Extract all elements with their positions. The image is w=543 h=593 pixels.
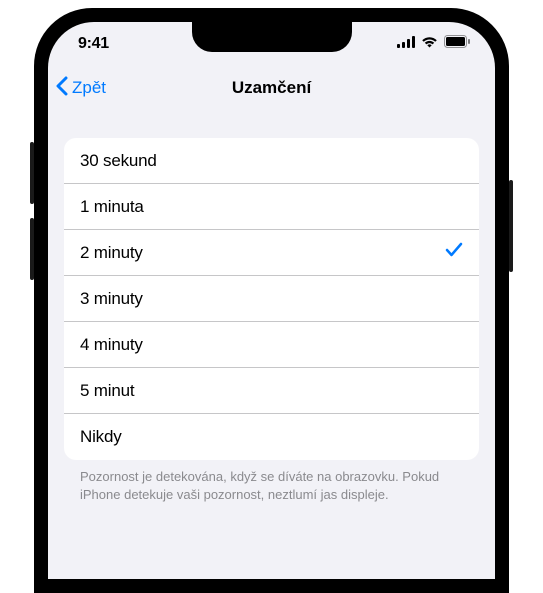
checkmark-icon (445, 242, 463, 263)
autolock-option[interactable]: 3 minuty (64, 276, 479, 322)
option-label: Nikdy (80, 427, 122, 447)
notch (192, 22, 352, 52)
option-label: 3 minuty (80, 289, 143, 309)
wifi-icon (421, 35, 438, 53)
page-title: Uzamčení (232, 78, 311, 98)
autolock-option[interactable]: 30 sekund (64, 138, 479, 184)
phone-bezel: 9:41 (34, 8, 509, 593)
option-label: 4 minuty (80, 335, 143, 355)
status-indicators (397, 35, 471, 53)
autolock-options-list: 30 sekund 1 minuta 2 minuty 3 minuty 4 minut… (64, 138, 479, 460)
chevron-left-icon (56, 76, 68, 101)
device-frame: 9:41 (0, 0, 543, 593)
autolock-option[interactable]: 2 minuty (64, 230, 479, 276)
back-label: Zpět (72, 78, 106, 98)
autolock-option[interactable]: 1 minuta (64, 184, 479, 230)
status-time: 9:41 (78, 35, 109, 53)
battery-icon (444, 35, 471, 53)
option-label: 30 sekund (80, 151, 157, 171)
power-button[interactable] (509, 180, 513, 272)
option-label: 2 minuty (80, 243, 143, 263)
screen: 9:41 (48, 22, 495, 579)
autolock-option[interactable]: Nikdy (64, 414, 479, 460)
back-button[interactable]: Zpět (56, 66, 106, 110)
nav-bar: Zpět Uzamčení (48, 66, 495, 110)
cellular-icon (397, 35, 415, 53)
autolock-option[interactable]: 4 minuty (64, 322, 479, 368)
footer-note: Pozornost je detekována, když se díváte … (64, 460, 479, 503)
autolock-option[interactable]: 5 minut (64, 368, 479, 414)
option-label: 5 minut (80, 381, 134, 401)
content: 30 sekund 1 minuta 2 minuty 3 minuty 4 minut… (48, 110, 495, 503)
option-label: 1 minuta (80, 197, 144, 217)
